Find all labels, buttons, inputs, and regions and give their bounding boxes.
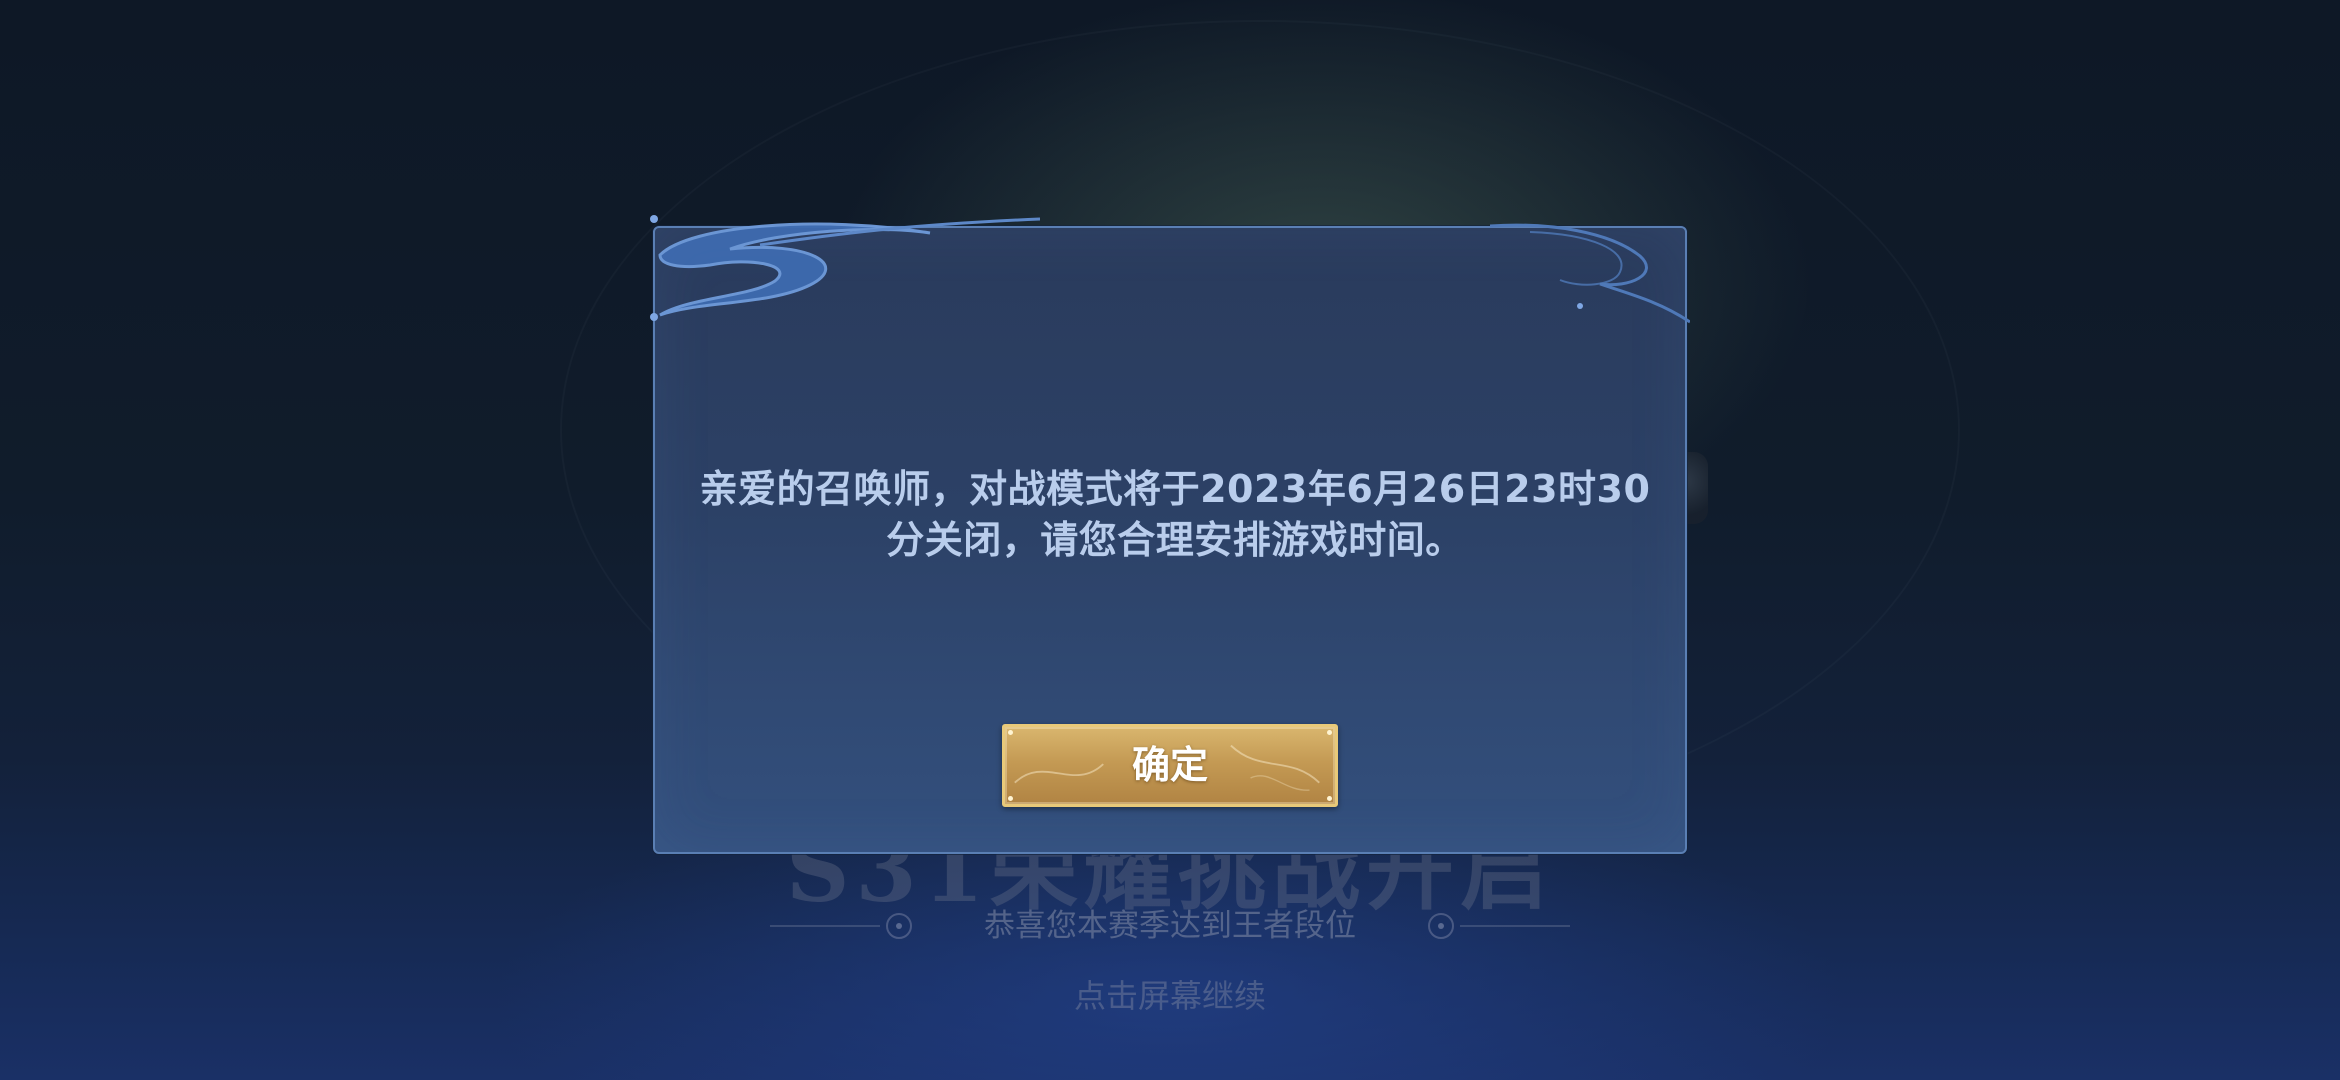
background-subtitle: 恭喜您本赛季达到王者段位 [984, 908, 1356, 944]
divider-line-right [1460, 925, 1570, 927]
confirm-button-label: 确定 [1131, 743, 1208, 787]
ornament-dot-left-icon [886, 913, 912, 939]
game-screen[interactable]: S31荣耀挑战开启 恭喜您本赛季达到王者段位 点击屏幕继续 亲爱的召唤师，对战模… [0, 0, 2340, 1080]
dialog-message: 亲爱的召唤师，对战模式将于2023年6月26日23时30分关闭，请您合理安排游戏… [699, 467, 1651, 562]
ornament-dot-right-icon [1428, 913, 1454, 939]
confirm-button[interactable]: 确定 [1002, 724, 1338, 807]
cloud-ornament-right-icon [1490, 223, 1690, 324]
divider-line-left [770, 925, 880, 927]
background-subtitle-row: 恭喜您本赛季达到王者段位 [770, 904, 1570, 948]
cloud-ornament-left-icon [650, 215, 1040, 321]
tap-to-continue-hint[interactable]: 点击屏幕继续 [970, 972, 1370, 1020]
